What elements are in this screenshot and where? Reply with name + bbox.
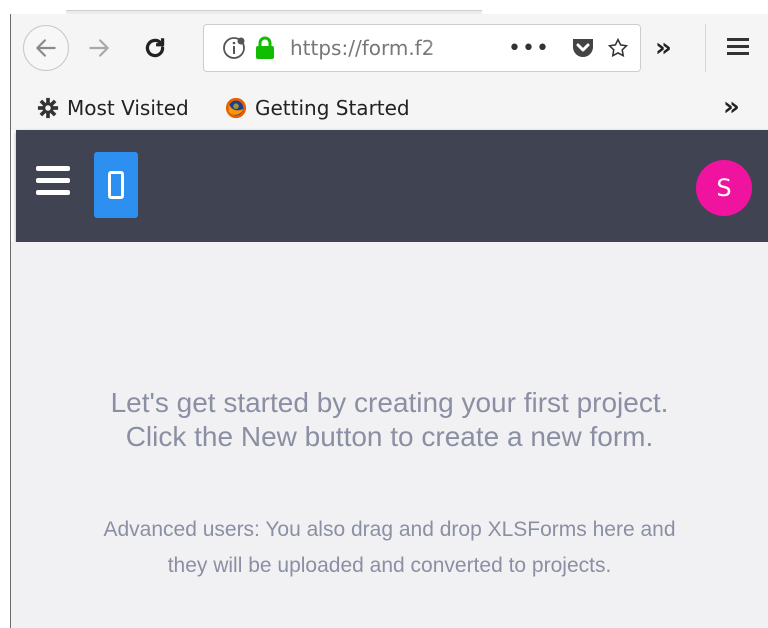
url-bar[interactable]: https://form.f2 ••• bbox=[203, 24, 641, 72]
headline-line: Click the New button to create a new for… bbox=[125, 421, 654, 452]
bookmark-star-icon[interactable] bbox=[607, 35, 628, 61]
arrow-right-icon bbox=[89, 39, 109, 57]
bookmark-getting-started[interactable]: Getting Started bbox=[225, 86, 410, 130]
bookmark-label: Getting Started bbox=[255, 96, 410, 120]
arrow-left-icon bbox=[36, 39, 56, 57]
bookmarks-toolbar: Most Visited Getting Started » bbox=[11, 86, 768, 130]
lock-icon[interactable] bbox=[254, 36, 276, 60]
gear-icon bbox=[37, 97, 59, 119]
logo-mark bbox=[108, 171, 124, 199]
drag-drop-hint: Advanced users: You also drag and drop X… bbox=[11, 512, 768, 584]
bookmark-label: Most Visited bbox=[67, 96, 189, 120]
empty-state-headline: Let's get started by creating your first… bbox=[11, 386, 768, 454]
window-edge bbox=[10, 14, 11, 628]
reload-button[interactable] bbox=[137, 30, 173, 66]
menu-icon[interactable] bbox=[36, 166, 74, 200]
url-text[interactable]: https://form.f2 bbox=[290, 36, 460, 60]
page-actions-button[interactable]: ••• bbox=[508, 36, 550, 61]
toolbar-separator bbox=[705, 24, 706, 72]
firefox-icon bbox=[225, 97, 247, 119]
forward-button[interactable] bbox=[81, 30, 117, 66]
info-icon[interactable] bbox=[222, 36, 246, 60]
toolbar-overflow-button[interactable]: » bbox=[655, 32, 685, 64]
hint-line: Advanced users: You also drag and drop X… bbox=[103, 518, 676, 541]
empty-state: Let's get started by creating your first… bbox=[11, 242, 768, 628]
tab-strip bbox=[0, 0, 768, 15]
navigation-toolbar: https://form.f2 ••• » bbox=[11, 14, 768, 86]
hint-line: they will be uploaded and converted to p… bbox=[167, 554, 612, 577]
avatar[interactable]: S bbox=[696, 160, 752, 216]
bookmark-most-visited[interactable]: Most Visited bbox=[37, 86, 189, 130]
headline-line: Let's get started by creating your first… bbox=[110, 387, 669, 418]
bookmarks-overflow-button[interactable]: » bbox=[723, 92, 740, 122]
back-button[interactable] bbox=[23, 25, 69, 71]
pocket-icon[interactable] bbox=[570, 35, 596, 61]
hamburger-menu-icon[interactable] bbox=[723, 34, 753, 64]
app-header: S bbox=[16, 130, 768, 242]
reload-icon bbox=[145, 38, 165, 58]
app-logo[interactable] bbox=[94, 152, 138, 218]
